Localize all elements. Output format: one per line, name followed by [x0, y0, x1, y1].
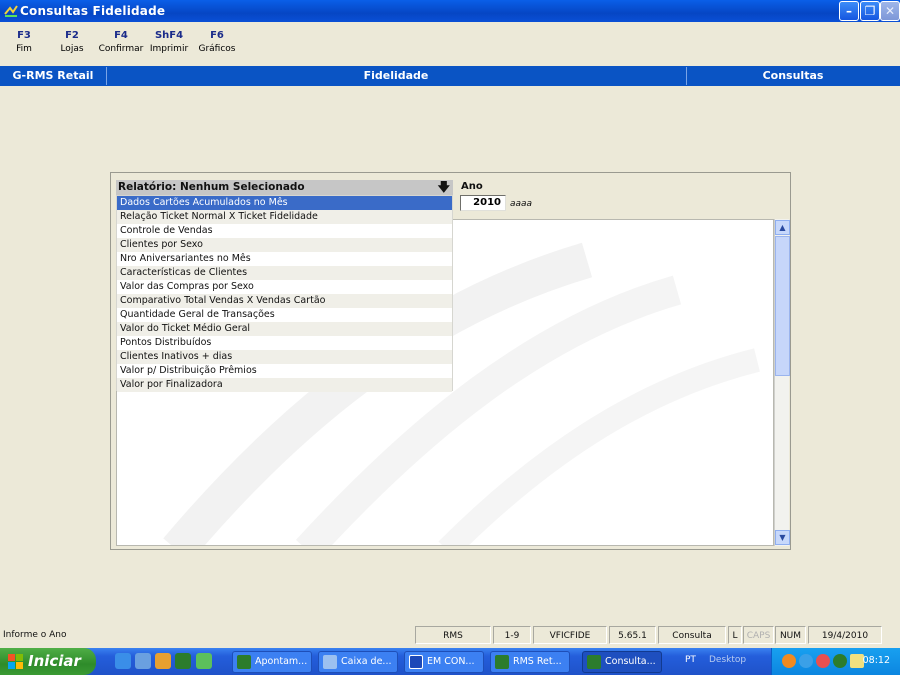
word-icon [409, 655, 423, 669]
explorer-icon[interactable] [135, 653, 151, 669]
antivirus-tray-icon[interactable] [816, 654, 830, 668]
status-message: Informe o Ano [3, 630, 67, 640]
band-module: Fidelidade [363, 69, 429, 82]
rms-icon [237, 655, 251, 669]
status-caps: CAPS [743, 626, 774, 644]
network-tray-icon[interactable] [799, 654, 813, 668]
task-label: EM CON... [427, 656, 475, 667]
vertical-scrollbar[interactable]: ▲ ▼ [774, 219, 790, 546]
status-range: 1-9 [493, 626, 531, 644]
task-label: Apontam... [255, 656, 308, 667]
task-apontam[interactable]: Apontam... [232, 651, 312, 673]
scroll-down-button[interactable]: ▼ [775, 530, 790, 545]
clock: 08:12 [862, 655, 890, 666]
fkey-code: F4 [114, 30, 128, 41]
fkey-code: F2 [65, 30, 79, 41]
ie-icon[interactable] [115, 653, 131, 669]
list-item[interactable]: Comparativo Total Vendas X Vendas Cartão [117, 294, 452, 308]
ano-format-hint: aaaa [510, 199, 533, 209]
desktop-quicklaunch-icon[interactable] [196, 653, 212, 669]
status-mode: Consulta [658, 626, 726, 644]
close-button[interactable]: ✕ [880, 1, 900, 21]
list-item[interactable]: Pontos Distribuídos [117, 336, 452, 350]
rms-tray-icon[interactable] [833, 654, 847, 668]
list-item[interactable]: Características de Clientes [117, 266, 452, 280]
fkey-lojas[interactable]: F2 Lojas [55, 30, 89, 54]
maximize-button[interactable]: ❐ [860, 1, 880, 21]
ano-label: Ano [461, 181, 483, 192]
window-title: Consultas Fidelidade [20, 4, 166, 18]
app-icon [4, 5, 18, 17]
list-item[interactable]: Controle de Vendas [117, 224, 452, 238]
system-tray: 08:12 [771, 648, 900, 675]
status-date: 19/4/2010 [808, 626, 882, 644]
status-version: 5.65.1 [609, 626, 656, 644]
list-item[interactable]: Valor do Ticket Médio Geral [117, 322, 452, 336]
task-label: RMS Ret... [513, 656, 562, 667]
list-item[interactable]: Quantidade Geral de Transações [117, 308, 452, 322]
task-caixa[interactable]: Caixa de... [318, 651, 398, 673]
minimize-button[interactable]: – [839, 1, 859, 21]
list-item[interactable]: Clientes Inativos + dias [117, 350, 452, 364]
scroll-up-button[interactable]: ▲ [775, 220, 790, 235]
module-header-band: G-RMS Retail Fidelidade Consultas [0, 66, 900, 86]
status-system: RMS [415, 626, 491, 644]
status-bar: Informe o Ano RMS 1-9 VFICFIDE 5.65.1 Co… [0, 624, 900, 646]
rms-icon [587, 655, 601, 669]
flame-tray-icon[interactable] [782, 654, 796, 668]
fkey-code: F3 [17, 30, 31, 41]
rms-quicklaunch-icon[interactable] [175, 653, 191, 669]
media-icon[interactable] [155, 653, 171, 669]
status-program: VFICFIDE [533, 626, 607, 644]
title-bar: Consultas Fidelidade – ❐ ✕ [0, 0, 900, 22]
language-indicator[interactable]: PT [685, 655, 696, 665]
band-system: G-RMS Retail [12, 69, 94, 82]
status-l: L [728, 626, 742, 644]
ano-input[interactable]: 2010 [460, 195, 506, 211]
fkey-label: Gráficos [198, 44, 236, 54]
taskbar: Iniciar Apontam... Caixa de... EM CON...… [0, 648, 900, 675]
start-label: Iniciar [28, 652, 81, 670]
task-rms-retail[interactable]: RMS Ret... [490, 651, 570, 673]
task-label: Consulta... [605, 656, 656, 667]
band-screen: Consultas [762, 69, 824, 82]
function-key-toolbar: F3 Fim F2 Lojas F4 Confirmar ShF4 Imprim… [0, 22, 900, 66]
fkey-label: Confirmar [98, 44, 144, 54]
list-item[interactable]: Valor p/ Distribuição Prêmios [117, 364, 452, 378]
fkey-label: Fim [16, 44, 32, 54]
status-num: NUM [775, 626, 806, 644]
rms-icon [495, 655, 509, 669]
fkey-label: Lojas [60, 44, 84, 54]
fkey-graficos[interactable]: F6 Gráficos [197, 30, 237, 54]
task-label: Caixa de... [341, 656, 392, 667]
list-item[interactable]: Clientes por Sexo [117, 238, 452, 252]
task-consulta[interactable]: Consulta... [582, 651, 662, 673]
task-em-con[interactable]: EM CON... [404, 651, 484, 673]
list-item[interactable]: Dados Cartões Acumulados no Mês [117, 196, 452, 210]
list-item[interactable]: Nro Aniversariantes no Mês [117, 252, 452, 266]
list-item[interactable]: Valor das Compras por Sexo [117, 280, 452, 294]
report-dropdown-label: Relatório: Nenhum Selecionado [118, 181, 305, 193]
start-button[interactable]: Iniciar [0, 648, 96, 675]
fkey-imprimir[interactable]: ShF4 Imprimir [149, 30, 189, 54]
fkey-code: F6 [210, 30, 224, 41]
mail-icon [323, 655, 337, 669]
arrow-down-icon[interactable]: 🡇 [438, 181, 450, 193]
report-dropdown[interactable]: Relatório: Nenhum Selecionado 🡇 [116, 180, 453, 195]
fkey-confirmar[interactable]: F4 Confirmar [98, 30, 144, 54]
scroll-thumb[interactable] [775, 236, 790, 376]
list-item[interactable]: Relação Ticket Normal X Ticket Fidelidad… [117, 210, 452, 224]
report-list[interactable]: Dados Cartões Acumulados no Mês Relação … [116, 195, 453, 392]
fkey-code: ShF4 [154, 30, 184, 41]
windows-flag-icon [8, 654, 23, 669]
fkey-fim[interactable]: F3 Fim [7, 30, 41, 54]
list-item[interactable]: Valor por Finalizadora [117, 378, 452, 392]
desktop-toolbar[interactable]: Desktop [709, 655, 746, 665]
fkey-label: Imprimir [149, 44, 189, 54]
